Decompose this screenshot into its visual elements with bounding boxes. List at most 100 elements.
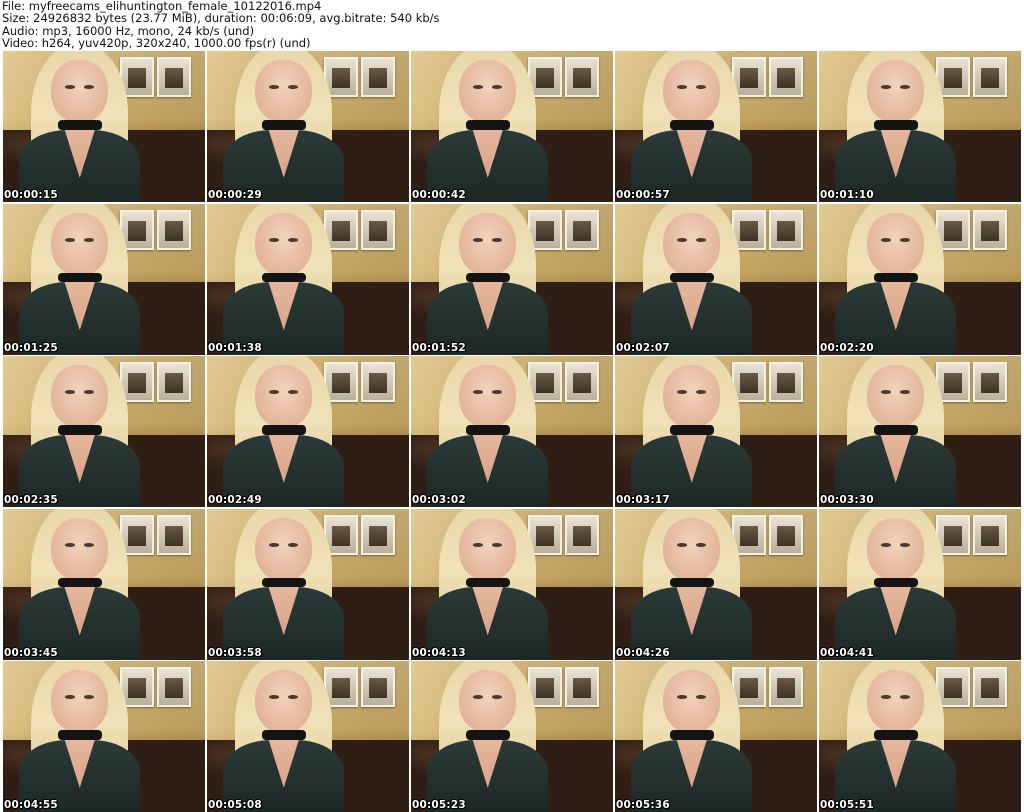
person-face — [51, 517, 109, 581]
person-choker — [873, 425, 918, 435]
frame-timestamp: 00:00:29 — [208, 189, 262, 201]
video-frame-thumbnail: 00:02:07 — [615, 203, 817, 355]
person-face — [867, 365, 925, 429]
frame-timestamp: 00:05:23 — [412, 799, 466, 811]
video-frame-thumbnail: 00:00:42 — [411, 51, 613, 202]
frame-timestamp: 00:05:36 — [616, 799, 670, 811]
person-choker — [873, 272, 918, 282]
video-frame-thumbnail: 00:05:23 — [411, 661, 613, 812]
person-choker — [57, 425, 102, 435]
frame-timestamp: 00:05:51 — [820, 799, 874, 811]
frame-timestamp: 00:04:26 — [616, 646, 670, 659]
wall-picture — [360, 57, 395, 98]
person-face — [867, 670, 925, 734]
wall-picture — [360, 667, 395, 708]
wall-picture — [972, 667, 1007, 708]
person-face — [51, 670, 109, 734]
person-face — [255, 365, 313, 429]
person-face — [51, 60, 109, 124]
person-choker — [57, 730, 102, 740]
wall-picture — [564, 667, 599, 708]
person-face — [459, 212, 517, 276]
person-choker — [57, 577, 102, 587]
frame-timestamp: 00:00:42 — [412, 189, 466, 201]
video-info-line: Video: h264, yuv420p, 320x240, 1000.00 f… — [2, 36, 311, 51]
person-choker — [669, 120, 714, 130]
person-choker — [57, 120, 102, 130]
frame-timestamp: 00:04:41 — [820, 646, 874, 659]
video-frame-thumbnail: 00:01:10 — [819, 51, 1021, 202]
person-face — [459, 670, 517, 734]
frame-timestamp: 00:01:38 — [208, 341, 262, 354]
video-frame-thumbnail: 00:05:08 — [207, 661, 409, 812]
frame-timestamp: 00:03:30 — [820, 494, 874, 506]
person-face — [867, 60, 925, 124]
person-face — [867, 212, 925, 276]
frame-timestamp: 00:02:07 — [616, 341, 670, 354]
video-frame-thumbnail: 00:01:25 — [3, 203, 205, 355]
frame-timestamp: 00:01:10 — [820, 189, 874, 201]
wall-picture — [564, 209, 599, 250]
video-frame-thumbnail: 00:04:26 — [615, 508, 817, 660]
person-choker — [465, 272, 510, 282]
wall-picture — [768, 667, 803, 708]
frame-timestamp: 00:04:55 — [4, 799, 58, 811]
person-choker — [669, 425, 714, 435]
wall-picture — [768, 209, 803, 250]
wall-picture — [564, 57, 599, 98]
person-choker — [57, 272, 102, 282]
frame-timestamp: 00:03:02 — [412, 494, 466, 506]
person-face — [663, 670, 721, 734]
frame-timestamp: 00:03:17 — [616, 494, 670, 506]
person-choker — [465, 730, 510, 740]
wall-picture — [156, 209, 191, 250]
video-frame-thumbnail: 00:00:57 — [615, 51, 817, 202]
person-choker — [669, 272, 714, 282]
wall-picture — [156, 362, 191, 403]
video-frame-thumbnail: 00:02:20 — [819, 203, 1021, 355]
person-face — [459, 365, 517, 429]
frame-timestamp: 00:01:25 — [4, 341, 58, 354]
video-frame-thumbnail: 00:01:38 — [207, 203, 409, 355]
thumbnail-grid: 00:00:15 00:00:29 00:00:42 00:00:57 00:01:10… — [3, 51, 1021, 812]
video-frame-thumbnail: 00:04:55 — [3, 661, 205, 812]
person-face — [255, 670, 313, 734]
video-frame-thumbnail: 00:00:29 — [207, 51, 409, 202]
wall-picture — [360, 362, 395, 403]
wall-picture — [972, 57, 1007, 98]
wall-picture — [360, 209, 395, 250]
file-size-line: Size: 24926832 bytes (23.77 MiB), durati… — [2, 11, 440, 26]
video-frame-thumbnail: 00:03:02 — [411, 356, 613, 507]
wall-picture — [768, 362, 803, 403]
person-face — [255, 517, 313, 581]
person-choker — [873, 730, 918, 740]
frame-timestamp: 00:02:35 — [4, 494, 58, 506]
frame-timestamp: 00:00:15 — [4, 189, 58, 201]
video-frame-thumbnail: 00:03:30 — [819, 356, 1021, 507]
person-choker — [261, 425, 306, 435]
video-frame-thumbnail: 00:05:51 — [819, 661, 1021, 812]
wall-picture — [156, 514, 191, 555]
video-frame-thumbnail: 00:04:41 — [819, 508, 1021, 660]
person-choker — [261, 730, 306, 740]
video-frame-thumbnail: 00:04:13 — [411, 508, 613, 660]
person-face — [663, 365, 721, 429]
frame-timestamp: 00:01:52 — [412, 341, 466, 354]
frame-timestamp: 00:05:08 — [208, 799, 262, 811]
wall-picture — [768, 57, 803, 98]
person-face — [459, 517, 517, 581]
person-face — [867, 517, 925, 581]
person-choker — [669, 577, 714, 587]
wall-picture — [768, 514, 803, 555]
person-face — [663, 212, 721, 276]
wall-picture — [972, 514, 1007, 555]
person-choker — [465, 577, 510, 587]
file-info: File: myfreecams_elihuntington_female_10… — [2, 0, 440, 50]
video-frame-thumbnail: 00:02:35 — [3, 356, 205, 507]
frame-timestamp: 00:03:45 — [4, 646, 58, 659]
person-choker — [465, 120, 510, 130]
person-choker — [261, 120, 306, 130]
wall-picture — [972, 209, 1007, 250]
video-frame-thumbnail: 00:00:15 — [3, 51, 205, 202]
wall-picture — [156, 57, 191, 98]
